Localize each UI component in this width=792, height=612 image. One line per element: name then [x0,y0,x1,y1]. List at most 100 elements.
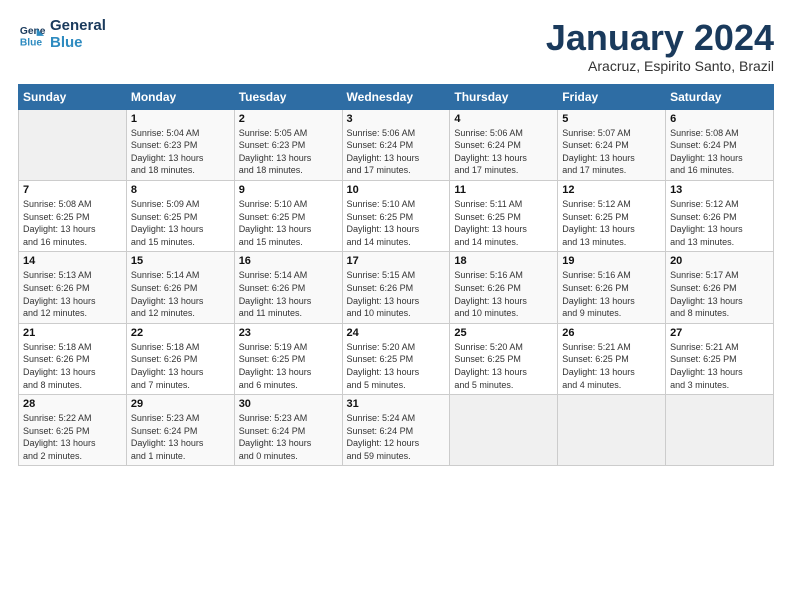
day-detail: Sunrise: 5:21 AMSunset: 6:25 PMDaylight:… [562,341,661,391]
day-detail: Sunrise: 5:09 AMSunset: 6:25 PMDaylight:… [131,198,230,248]
day-detail: Sunrise: 5:08 AMSunset: 6:25 PMDaylight:… [23,198,122,248]
calendar-cell: 8 Sunrise: 5:09 AMSunset: 6:25 PMDaylight… [126,180,234,251]
day-detail: Sunrise: 5:07 AMSunset: 6:24 PMDaylight:… [562,127,661,177]
calendar-cell: 19Sunrise: 5:16 AMSunset: 6:26 PMDayligh… [558,252,666,323]
week-row-1: 1 Sunrise: 5:04 AMSunset: 6:23 PMDaylight… [19,109,774,180]
calendar-cell: 29 Sunrise: 5:23 AMSunset: 6:24 PMDayligh… [126,395,234,466]
day-detail: Sunrise: 5:16 AMSunset: 6:26 PMDaylight:… [454,269,553,319]
day-number: 19 [562,255,661,267]
calendar-cell: 15 Sunrise: 5:14 AMSunset: 6:26 PMDayligh… [126,252,234,323]
header-day-sunday: Sunday [19,84,127,109]
day-number: 31 [347,398,446,410]
day-detail: Sunrise: 5:13 AMSunset: 6:26 PMDaylight:… [23,269,122,319]
subtitle: Aracruz, Espirito Santo, Brazil [546,58,774,74]
calendar-cell: 14 Sunrise: 5:13 AMSunset: 6:26 PMDayligh… [19,252,127,323]
calendar-cell: 16 Sunrise: 5:14 AMSunset: 6:26 PMDayligh… [234,252,342,323]
day-detail: Sunrise: 5:21 AMSunset: 6:25 PMDaylight:… [670,341,769,391]
day-detail: Sunrise: 5:12 AMSunset: 6:25 PMDaylight:… [562,198,661,248]
day-detail: Sunrise: 5:20 AMSunset: 6:25 PMDaylight:… [347,341,446,391]
day-detail: Sunrise: 5:06 AMSunset: 6:24 PMDaylight:… [347,127,446,177]
calendar-cell: 12 Sunrise: 5:12 AMSunset: 6:25 PMDayligh… [558,180,666,251]
day-detail: Sunrise: 5:06 AMSunset: 6:24 PMDaylight:… [454,127,553,177]
day-detail: Sunrise: 5:18 AMSunset: 6:26 PMDaylight:… [23,341,122,391]
day-detail: Sunrise: 5:10 AMSunset: 6:25 PMDaylight:… [239,198,338,248]
calendar-cell: 28Sunrise: 5:22 AMSunset: 6:25 PMDayligh… [19,395,127,466]
day-number: 3 [347,113,446,125]
day-number: 27 [670,327,769,339]
day-number: 2 [239,113,338,125]
day-number: 14 [23,255,122,267]
day-number: 24 [347,327,446,339]
day-detail: Sunrise: 5:08 AMSunset: 6:24 PMDaylight:… [670,127,769,177]
day-number: 1 [131,113,230,125]
week-row-3: 14 Sunrise: 5:13 AMSunset: 6:26 PMDayligh… [19,252,774,323]
day-detail: Sunrise: 5:14 AMSunset: 6:26 PMDaylight:… [131,269,230,319]
day-number: 5 [562,113,661,125]
calendar-cell: 20Sunrise: 5:17 AMSunset: 6:26 PMDayligh… [666,252,774,323]
day-number: 10 [347,184,446,196]
day-number: 30 [239,398,338,410]
day-number: 7 [23,184,122,196]
calendar-cell: 3 Sunrise: 5:06 AMSunset: 6:24 PMDaylight… [342,109,450,180]
logo-line2: Blue [50,35,106,52]
day-detail: Sunrise: 5:23 AMSunset: 6:24 PMDaylight:… [131,412,230,462]
calendar-cell: 27 Sunrise: 5:21 AMSunset: 6:25 PMDayligh… [666,323,774,394]
day-number: 8 [131,184,230,196]
calendar-cell: 23Sunrise: 5:19 AMSunset: 6:25 PMDayligh… [234,323,342,394]
logo: General Blue General Blue [18,18,106,51]
logo-line1: General [50,18,106,35]
day-number: 11 [454,184,553,196]
day-detail: Sunrise: 5:17 AMSunset: 6:26 PMDaylight:… [670,269,769,319]
day-number: 15 [131,255,230,267]
month-title: January 2024 [546,18,774,58]
calendar-cell: 10Sunrise: 5:10 AMSunset: 6:25 PMDayligh… [342,180,450,251]
week-row-2: 7 Sunrise: 5:08 AMSunset: 6:25 PMDaylight… [19,180,774,251]
logo-icon: General Blue [18,21,46,49]
day-number: 4 [454,113,553,125]
calendar-body: 1 Sunrise: 5:04 AMSunset: 6:23 PMDaylight… [19,109,774,466]
title-block: January 2024 Aracruz, Espirito Santo, Br… [546,18,774,74]
calendar-cell [450,395,558,466]
day-number: 12 [562,184,661,196]
day-detail: Sunrise: 5:04 AMSunset: 6:23 PMDaylight:… [131,127,230,177]
day-detail: Sunrise: 5:05 AMSunset: 6:23 PMDaylight:… [239,127,338,177]
calendar-cell: 2 Sunrise: 5:05 AMSunset: 6:23 PMDaylight… [234,109,342,180]
calendar-cell: 11 Sunrise: 5:11 AMSunset: 6:25 PMDayligh… [450,180,558,251]
day-number: 9 [239,184,338,196]
day-number: 13 [670,184,769,196]
day-detail: Sunrise: 5:23 AMSunset: 6:24 PMDaylight:… [239,412,338,462]
calendar-cell: 31 Sunrise: 5:24 AMSunset: 6:24 PMDayligh… [342,395,450,466]
calendar-cell: 21 Sunrise: 5:18 AMSunset: 6:26 PMDayligh… [19,323,127,394]
day-detail: Sunrise: 5:20 AMSunset: 6:25 PMDaylight:… [454,341,553,391]
day-number: 28 [23,398,122,410]
day-detail: Sunrise: 5:11 AMSunset: 6:25 PMDaylight:… [454,198,553,248]
header-day-friday: Friday [558,84,666,109]
day-number: 29 [131,398,230,410]
calendar-cell: 22Sunrise: 5:18 AMSunset: 6:26 PMDayligh… [126,323,234,394]
day-number: 18 [454,255,553,267]
calendar-header-row: SundayMondayTuesdayWednesdayThursdayFrid… [19,84,774,109]
day-number: 6 [670,113,769,125]
day-detail: Sunrise: 5:15 AMSunset: 6:26 PMDaylight:… [347,269,446,319]
calendar-cell [19,109,127,180]
calendar-cell: 4 Sunrise: 5:06 AMSunset: 6:24 PMDaylight… [450,109,558,180]
calendar-table: SundayMondayTuesdayWednesdayThursdayFrid… [18,84,774,467]
header-day-monday: Monday [126,84,234,109]
calendar-cell: 26 Sunrise: 5:21 AMSunset: 6:25 PMDayligh… [558,323,666,394]
day-number: 26 [562,327,661,339]
day-detail: Sunrise: 5:14 AMSunset: 6:26 PMDaylight:… [239,269,338,319]
calendar-cell: 25 Sunrise: 5:20 AMSunset: 6:25 PMDayligh… [450,323,558,394]
header-day-saturday: Saturday [666,84,774,109]
day-number: 25 [454,327,553,339]
week-row-5: 28Sunrise: 5:22 AMSunset: 6:25 PMDayligh… [19,395,774,466]
calendar-cell [666,395,774,466]
calendar-cell: 17 Sunrise: 5:15 AMSunset: 6:26 PMDayligh… [342,252,450,323]
header-day-tuesday: Tuesday [234,84,342,109]
day-detail: Sunrise: 5:24 AMSunset: 6:24 PMDaylight:… [347,412,446,462]
day-number: 17 [347,255,446,267]
day-number: 21 [23,327,122,339]
calendar-cell: 7 Sunrise: 5:08 AMSunset: 6:25 PMDaylight… [19,180,127,251]
day-number: 16 [239,255,338,267]
calendar-cell [558,395,666,466]
day-detail: Sunrise: 5:18 AMSunset: 6:26 PMDaylight:… [131,341,230,391]
